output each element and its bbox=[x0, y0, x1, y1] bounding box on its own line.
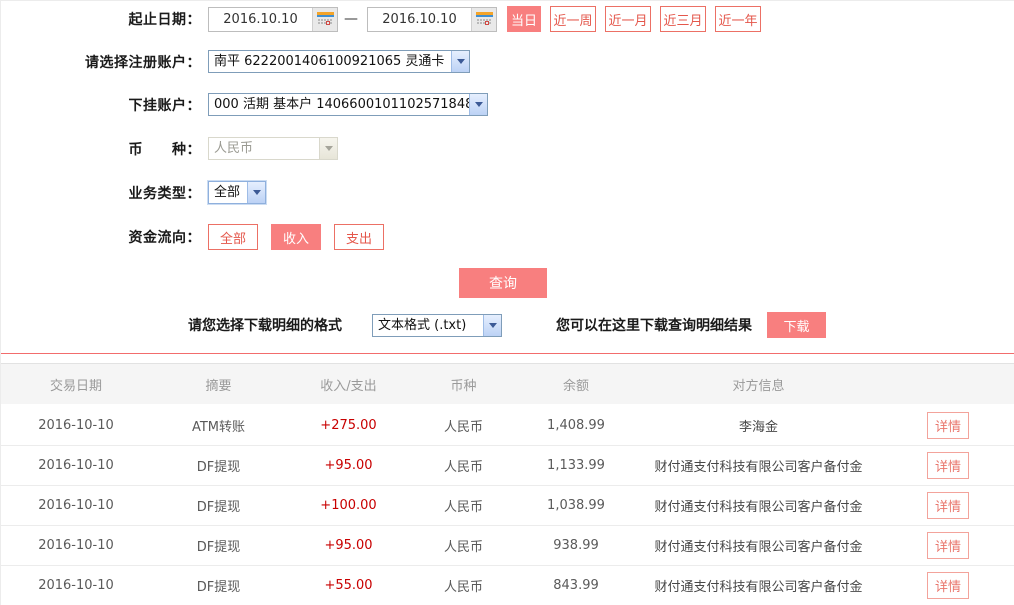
download-format-select[interactable]: 文本格式 (.txt) bbox=[372, 314, 502, 337]
table-header-row: 交易日期 摘要 收入/支出 币种 余额 对方信息 bbox=[1, 364, 1014, 405]
chevron-down-icon bbox=[483, 315, 501, 336]
chevron-down-icon bbox=[247, 182, 265, 203]
fund-flow-label: 资金流向： bbox=[1, 227, 201, 247]
cell-date: 2016-10-10 bbox=[1, 485, 151, 525]
currency-row: 币 种： 人民币 bbox=[1, 137, 338, 160]
quick-range-year-button[interactable]: 近一年 bbox=[715, 6, 761, 32]
date-range-row: 起止日期： 2016.10.10 — 2016.10.10 bbox=[1, 6, 761, 32]
header-date: 交易日期 bbox=[1, 364, 151, 405]
header-detail bbox=[881, 364, 1014, 405]
table-row: 2016-10-10 DF提现 +55.00 人民币 843.99 财付通支付科… bbox=[1, 565, 1014, 605]
cell-summary: DF提现 bbox=[151, 485, 286, 525]
register-account-label: 请选择注册账户： bbox=[1, 52, 201, 72]
currency-label: 币 种： bbox=[1, 139, 201, 159]
cell-summary: DF提现 bbox=[151, 565, 286, 605]
quick-range-month-button[interactable]: 近一月 bbox=[605, 6, 651, 32]
header-summary: 摘要 bbox=[151, 364, 286, 405]
transaction-table: 交易日期 摘要 收入/支出 币种 余额 对方信息 2016-10-10 ATM转… bbox=[1, 363, 1014, 605]
register-account-select[interactable]: 南平 6222001406100921065 灵通卡 bbox=[208, 50, 470, 73]
table-row: 2016-10-10 DF提现 +95.00 人民币 1,133.99 财付通支… bbox=[1, 445, 1014, 485]
fund-flow-all-button[interactable]: 全部 bbox=[208, 224, 258, 250]
detail-button[interactable]: 详情 bbox=[927, 412, 969, 439]
cell-counterparty: 李海金 bbox=[636, 405, 881, 445]
sub-account-row: 下挂账户： 000 活期 基本户 1406600101102571848 bbox=[1, 93, 488, 116]
download-hint: 您可以在这里下载查询明细结果 bbox=[556, 315, 752, 335]
cell-date: 2016-10-10 bbox=[1, 565, 151, 605]
date-range-separator: — bbox=[344, 11, 358, 27]
start-date-input[interactable]: 2016.10.10 bbox=[208, 7, 338, 32]
date-range-label: 起止日期： bbox=[1, 9, 201, 29]
sub-account-value: 000 活期 基本户 1406600101102571848 bbox=[209, 94, 469, 115]
cell-counterparty: 财付通支付科技有限公司客户备付金 bbox=[636, 565, 881, 605]
detail-button[interactable]: 详情 bbox=[927, 572, 969, 599]
cell-date: 2016-10-10 bbox=[1, 445, 151, 485]
red-divider bbox=[1, 353, 1014, 354]
quick-range-quarter-button[interactable]: 近三月 bbox=[660, 6, 706, 32]
header-balance: 余额 bbox=[516, 364, 636, 405]
cell-counterparty: 财付通支付科技有限公司客户备付金 bbox=[636, 445, 881, 485]
query-button[interactable]: 查询 bbox=[459, 268, 547, 298]
business-type-select[interactable]: 全部 bbox=[208, 181, 266, 204]
header-currency: 币种 bbox=[411, 364, 516, 405]
business-type-value: 全部 bbox=[209, 182, 247, 203]
quick-range-today-button[interactable]: 当日 bbox=[507, 6, 541, 32]
cell-balance: 1,408.99 bbox=[516, 405, 636, 445]
table-row: 2016-10-10 DF提现 +95.00 人民币 938.99 财付通支付科… bbox=[1, 525, 1014, 565]
cell-balance: 938.99 bbox=[516, 525, 636, 565]
business-type-row: 业务类型： 全部 bbox=[1, 181, 266, 204]
cell-amount: +100.00 bbox=[286, 485, 411, 525]
download-format-value: 文本格式 (.txt) bbox=[373, 315, 483, 336]
table-row: 2016-10-10 ATM转账 +275.00 人民币 1,408.99 李海… bbox=[1, 405, 1014, 445]
cell-date: 2016-10-10 bbox=[1, 525, 151, 565]
business-type-label: 业务类型： bbox=[1, 183, 201, 203]
header-counterparty: 对方信息 bbox=[636, 364, 881, 405]
chevron-down-icon bbox=[451, 51, 469, 72]
chevron-down-icon bbox=[319, 138, 337, 159]
transaction-query-page: 起止日期： 2016.10.10 — 2016.10.10 bbox=[0, 0, 1014, 605]
currency-value: 人民币 bbox=[209, 138, 319, 159]
cell-counterparty: 财付通支付科技有限公司客户备付金 bbox=[636, 525, 881, 565]
header-amount: 收入/支出 bbox=[286, 364, 411, 405]
chevron-down-icon bbox=[469, 94, 487, 115]
cell-summary: DF提现 bbox=[151, 525, 286, 565]
calendar-icon[interactable] bbox=[312, 8, 337, 31]
register-account-row: 请选择注册账户： 南平 6222001406100921065 灵通卡 bbox=[1, 50, 470, 73]
fund-flow-income-button[interactable]: 收入 bbox=[271, 224, 321, 250]
cell-date: 2016-10-10 bbox=[1, 405, 151, 445]
cell-currency: 人民币 bbox=[411, 525, 516, 565]
table-row: 2016-10-10 DF提现 +100.00 人民币 1,038.99 财付通… bbox=[1, 485, 1014, 525]
start-date-value: 2016.10.10 bbox=[209, 8, 312, 31]
currency-select: 人民币 bbox=[208, 137, 338, 160]
sub-account-label: 下挂账户： bbox=[1, 95, 201, 115]
cell-currency: 人民币 bbox=[411, 565, 516, 605]
cell-balance: 1,038.99 bbox=[516, 485, 636, 525]
cell-balance: 843.99 bbox=[516, 565, 636, 605]
end-date-value: 2016.10.10 bbox=[368, 8, 471, 31]
cell-amount: +275.00 bbox=[286, 405, 411, 445]
quick-range-week-button[interactable]: 近一周 bbox=[550, 6, 596, 32]
detail-button[interactable]: 详情 bbox=[927, 532, 969, 559]
cell-amount: +55.00 bbox=[286, 565, 411, 605]
cell-currency: 人民币 bbox=[411, 485, 516, 525]
cell-amount: +95.00 bbox=[286, 525, 411, 565]
cell-currency: 人民币 bbox=[411, 445, 516, 485]
detail-button[interactable]: 详情 bbox=[927, 452, 969, 479]
download-button[interactable]: 下载 bbox=[767, 312, 826, 338]
cell-summary: ATM转账 bbox=[151, 405, 286, 445]
calendar-icon[interactable] bbox=[471, 8, 496, 31]
fund-flow-row: 资金流向： 全部 收入 支出 bbox=[1, 224, 384, 250]
cell-amount: +95.00 bbox=[286, 445, 411, 485]
cell-balance: 1,133.99 bbox=[516, 445, 636, 485]
cell-currency: 人民币 bbox=[411, 405, 516, 445]
download-format-label: 请您选择下载明细的格式 bbox=[188, 315, 342, 335]
fund-flow-expense-button[interactable]: 支出 bbox=[334, 224, 384, 250]
cell-summary: DF提现 bbox=[151, 445, 286, 485]
end-date-input[interactable]: 2016.10.10 bbox=[367, 7, 497, 32]
sub-account-select[interactable]: 000 活期 基本户 1406600101102571848 bbox=[208, 93, 488, 116]
cell-counterparty: 财付通支付科技有限公司客户备付金 bbox=[636, 485, 881, 525]
detail-button[interactable]: 详情 bbox=[927, 492, 969, 519]
register-account-value: 南平 6222001406100921065 灵通卡 bbox=[209, 51, 451, 72]
